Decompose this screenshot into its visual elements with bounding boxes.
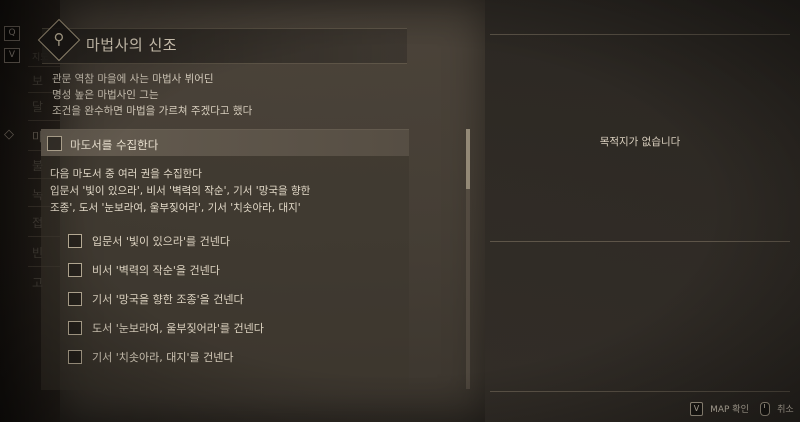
sub-task-label: 도서 '눈보라여, 울부짖어라'를 건넨다 — [92, 322, 264, 335]
objective-title: 마도서를 수집한다 — [70, 138, 159, 152]
cancel-hint[interactable]: 취소 — [759, 398, 794, 417]
quest-description-line: 명성 높은 마법사인 그는 — [52, 89, 159, 101]
side-item-1[interactable]: 보 — [32, 72, 43, 89]
map-divider — [490, 241, 790, 242]
quest-title: 마법사의 신조 — [86, 36, 178, 54]
key-q-hint: Q — [4, 26, 20, 41]
sub-task-item[interactable]: 입문서 '빛이 있으라'를 건넨다 — [68, 231, 398, 251]
cancel-hint-label: 취소 — [777, 405, 794, 415]
no-destination-message: 목적지가 없습니다 — [599, 136, 681, 148]
sub-task-checkbox — [68, 350, 82, 364]
quest-description-line: 관문 역참 마을에 사는 마법사 뷔어딘 — [52, 73, 214, 85]
quest-emblem-icon: ⚲ — [53, 30, 65, 48]
selected-diamond-icon: ◇ — [4, 127, 14, 142]
sub-task-checkbox — [68, 234, 82, 248]
side-divider — [28, 120, 60, 121]
key-v-hint: V — [4, 48, 20, 63]
sub-task-checkbox — [68, 292, 82, 306]
sub-task-checkbox — [68, 321, 82, 335]
quest-description-line: 조건을 완수하면 마법을 가르쳐 주겠다고 했다 — [52, 105, 253, 117]
map-frame — [490, 34, 790, 392]
map-hint[interactable]: V MAP 확인 — [690, 398, 749, 417]
v-key-icon: V — [690, 401, 703, 416]
sub-task-item[interactable]: 비서 '벽력의 작순'을 건넨다 — [68, 260, 398, 280]
sub-task-label: 비서 '벽력의 작순'을 건넨다 — [92, 264, 220, 277]
sub-task-label: 기서 '치솟아라, 대지'를 건넨다 — [92, 351, 234, 364]
sub-task-label: 기서 '망국을 향한 조종'을 건넨다 — [92, 293, 244, 306]
side-item-2[interactable]: 달 — [32, 98, 43, 115]
game-screen: Q V 지도 보 달 ◇ 마 불 녹 접 빈 고 ⚲ 마법사의 신조 관문 역참… — [0, 0, 800, 422]
mouse-right-click-icon — [759, 401, 770, 416]
scrollbar-thumb[interactable] — [466, 129, 470, 189]
sub-task-item[interactable]: 기서 '망국을 향한 조종'을 건넨다 — [68, 289, 398, 309]
sub-task-item[interactable]: 도서 '눈보라여, 울부짖어라'를 건넨다 — [68, 318, 398, 338]
control-hints: V MAP 확인 취소 — [690, 398, 800, 417]
objective-description-line: 조종', 도서 '눈보라여, 울부짖어라', 기서 '치솟아라, 대지' — [50, 202, 301, 214]
sub-task-label: 입문서 '빛이 있으라'를 건넨다 — [92, 235, 230, 248]
sub-task-checkbox — [68, 263, 82, 277]
objective-description-line: 다음 마도서 중 여러 권을 수집한다 — [50, 168, 202, 180]
objective-description-line: 입문서 '빛이 있으라', 비서 '벽력의 작순', 기서 '망국을 향한 — [50, 185, 311, 197]
side-divider — [28, 66, 60, 67]
objective-checkbox — [47, 136, 62, 151]
map-hint-label: MAP 확인 — [710, 405, 749, 415]
sub-task-item[interactable]: 기서 '치솟아라, 대지'를 건넨다 — [68, 347, 398, 367]
